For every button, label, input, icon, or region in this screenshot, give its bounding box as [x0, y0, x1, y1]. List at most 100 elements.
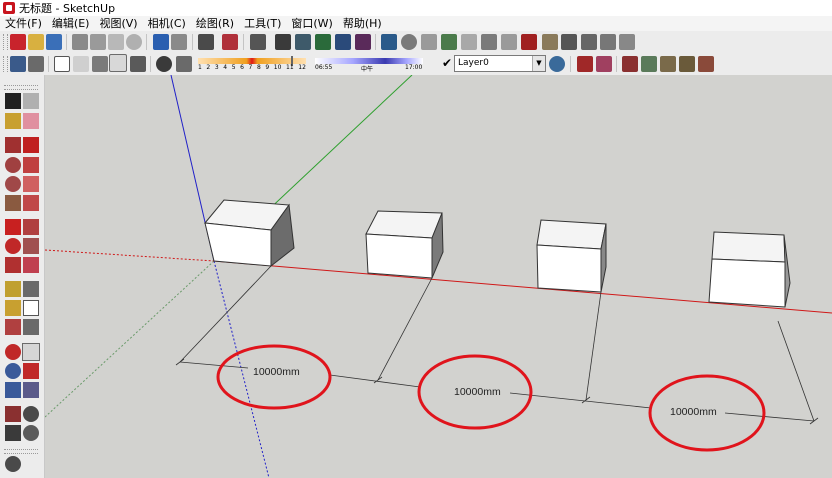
back-view-icon[interactable] [335, 34, 351, 50]
select-arrow-icon[interactable] [5, 93, 21, 109]
cut-icon[interactable] [72, 34, 88, 50]
orbit-icon[interactable] [5, 344, 21, 360]
rectangle-icon[interactable] [5, 137, 21, 153]
layer-dropdown[interactable]: Layer0 ▼ [454, 55, 546, 72]
box-4[interactable] [708, 231, 791, 308]
match-photo-icon[interactable] [521, 34, 537, 50]
circle-icon[interactable] [5, 157, 21, 173]
right-view-icon[interactable] [315, 34, 331, 50]
offset-edges-icon[interactable] [23, 257, 39, 273]
erase-icon[interactable] [126, 34, 142, 50]
iso-view-icon[interactable] [250, 34, 266, 50]
zoom-window-icon[interactable] [23, 363, 39, 379]
xray-icon[interactable] [10, 56, 26, 72]
drape-icon[interactable] [679, 56, 695, 72]
toolbar-grip[interactable] [3, 56, 8, 72]
paint-bucket-icon[interactable] [5, 113, 21, 129]
push-pull-icon[interactable] [23, 219, 39, 235]
look-around-icon[interactable] [23, 406, 39, 422]
3d-text-icon[interactable] [23, 319, 39, 335]
menu-file[interactable]: 文件(F) [0, 16, 47, 31]
terrain-icon[interactable] [641, 56, 657, 72]
redo-icon[interactable] [171, 34, 187, 50]
top-view-icon[interactable] [275, 34, 291, 50]
building-icon[interactable] [581, 34, 597, 50]
dimension-icon[interactable] [23, 281, 39, 297]
open-folder-icon[interactable] [28, 34, 44, 50]
menu-camera[interactable]: 相机(C) [143, 16, 191, 31]
position-camera-icon[interactable] [5, 406, 21, 422]
zoom-icon[interactable] [5, 363, 21, 379]
wireframe-icon[interactable] [54, 56, 70, 72]
pie-arc-icon[interactable] [23, 195, 39, 211]
fog-icon[interactable] [176, 56, 192, 72]
eraser-icon[interactable] [23, 113, 39, 129]
box-1[interactable] [204, 199, 295, 268]
arc-icon[interactable] [23, 157, 39, 173]
zoom-extents-icon[interactable] [5, 382, 21, 398]
wall-icon[interactable] [619, 34, 635, 50]
dimension-label-1[interactable]: 10000mm [253, 366, 300, 378]
shaded-icon[interactable] [92, 56, 108, 72]
copy-icon[interactable] [90, 34, 106, 50]
box-3[interactable] [536, 219, 607, 293]
polygon-icon[interactable] [5, 176, 21, 192]
layer-manager-icon[interactable] [549, 56, 565, 72]
offset-icon[interactable] [5, 195, 21, 211]
protractor-icon[interactable] [5, 300, 21, 316]
styles-icon[interactable] [461, 34, 477, 50]
model-info-icon[interactable] [222, 34, 238, 50]
new-file-icon[interactable] [10, 34, 26, 50]
stamp-icon[interactable] [660, 56, 676, 72]
back-edges-icon[interactable] [28, 56, 44, 72]
dimension-label-2[interactable]: 10000mm [454, 386, 501, 398]
walk-icon[interactable] [5, 425, 21, 441]
hidden-line-icon[interactable] [73, 56, 89, 72]
scale-icon[interactable] [5, 257, 21, 273]
menu-help[interactable]: 帮助(H) [338, 16, 387, 31]
house-icon[interactable] [542, 34, 558, 50]
shadows-icon[interactable] [156, 56, 172, 72]
save-icon[interactable] [46, 34, 62, 50]
roof-icon[interactable] [600, 34, 616, 50]
line-pencil-icon[interactable] [23, 137, 39, 153]
paste-icon[interactable] [108, 34, 124, 50]
follow-me-icon[interactable] [23, 238, 39, 254]
dimension-label-3[interactable]: 10000mm [670, 406, 717, 418]
pan-hand-icon[interactable] [22, 343, 40, 361]
rotate-icon[interactable] [5, 238, 21, 254]
previous-view-icon[interactable] [23, 382, 39, 398]
text-label-icon[interactable] [23, 300, 39, 316]
warehouse-icon[interactable] [381, 34, 397, 50]
section-plane-tool-icon[interactable] [23, 425, 39, 441]
axes-icon[interactable] [5, 319, 21, 335]
extension-icon[interactable] [441, 34, 457, 50]
menu-view[interactable]: 视图(V) [94, 16, 142, 31]
sandbox-icon[interactable] [622, 56, 638, 72]
monochrome-icon[interactable] [130, 56, 146, 72]
move-icon[interactable] [5, 219, 21, 235]
flip-edge-icon[interactable] [698, 56, 714, 72]
front-view-icon[interactable] [295, 34, 311, 50]
tape-measure-icon[interactable] [5, 281, 21, 297]
current-layer-check-icon[interactable]: ✔ [440, 56, 454, 70]
toolbar-grip[interactable] [4, 449, 38, 454]
menu-draw[interactable]: 绘图(R) [191, 16, 239, 31]
dropdown-arrow-icon[interactable]: ▼ [532, 56, 545, 71]
box-2[interactable] [365, 210, 444, 279]
section-plane-icon[interactable] [577, 56, 593, 72]
print-icon[interactable] [198, 34, 214, 50]
menu-window[interactable]: 窗口(W) [286, 16, 337, 31]
freehand-icon[interactable] [23, 176, 39, 192]
compass-icon[interactable] [5, 456, 21, 472]
shaded-textures-icon[interactable] [109, 54, 127, 72]
modeling-viewport[interactable]: 10000mm 10000mm 10000mm [45, 75, 832, 478]
scenes-icon[interactable] [501, 34, 517, 50]
home-icon[interactable] [561, 34, 577, 50]
layers-icon[interactable] [481, 34, 497, 50]
share-model-icon[interactable] [401, 34, 417, 50]
toolbar-grip[interactable] [3, 34, 8, 50]
components-icon[interactable] [421, 34, 437, 50]
undo-icon[interactable] [153, 34, 169, 50]
toolbar-grip[interactable] [4, 85, 38, 90]
